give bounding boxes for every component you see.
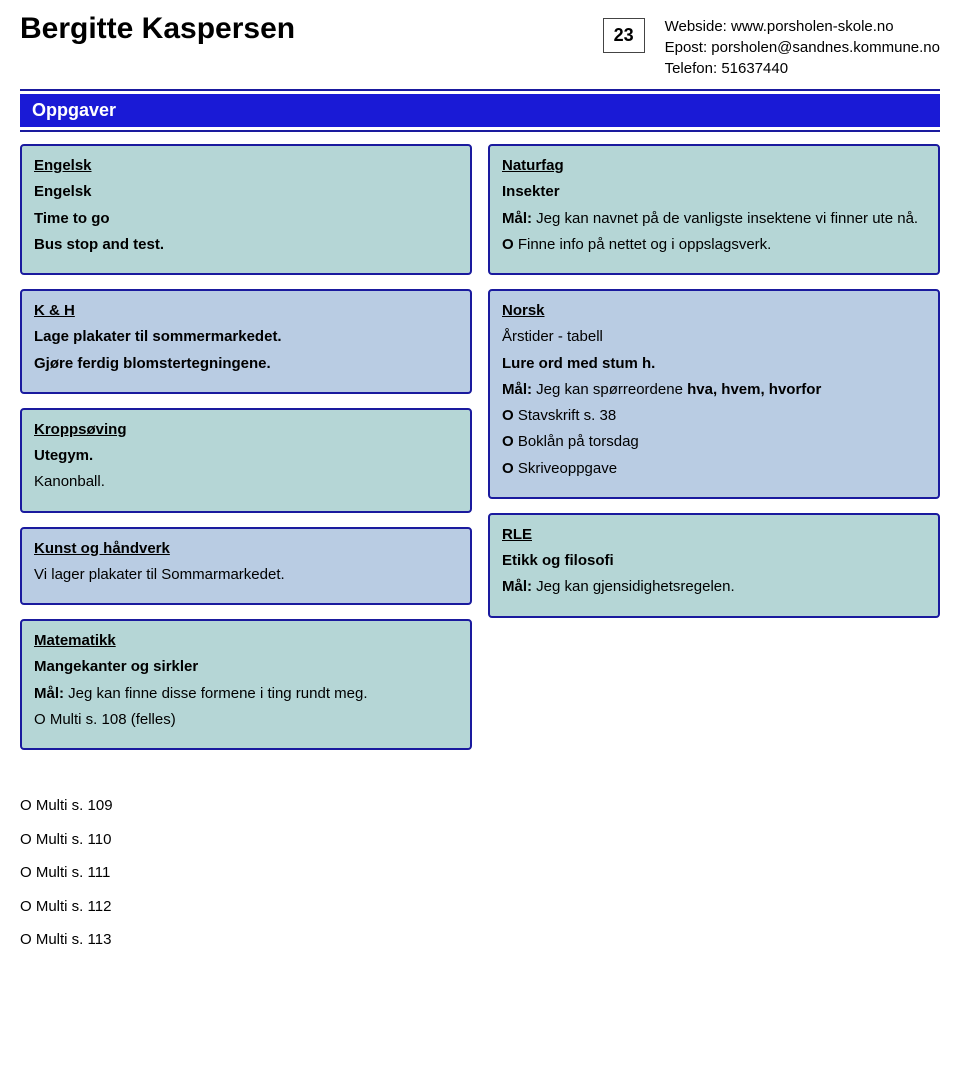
- natur-sub: Insekter: [502, 182, 926, 202]
- natur-goal: Mål: Jeg kan navnet på de vanligste inse…: [502, 209, 926, 229]
- rle-sub: Etikk og filosofi: [502, 551, 926, 571]
- rle-goal: Mål: Jeg kan gjensidighetsregelen.: [502, 577, 926, 597]
- card-norsk: Norsk Årstider - tabell Lure ord med stu…: [488, 289, 940, 499]
- task-bullet: O: [502, 433, 514, 450]
- card-engelsk: Engelsk Engelsk Time to go Bus stop and …: [20, 144, 472, 275]
- left-column: Engelsk Engelsk Time to go Bus stop and …: [20, 144, 472, 964]
- subject-heading: Naturfag: [502, 156, 926, 176]
- card-kh: K & H Lage plakater til sommermarkedet. …: [20, 289, 472, 394]
- right-column: Naturfag Insekter Mål: Jeg kan navnet på…: [488, 144, 940, 964]
- phone-value: 51637440: [721, 60, 788, 77]
- subject-heading: Engelsk: [34, 156, 458, 176]
- engelsk-sub: Engelsk: [34, 182, 458, 202]
- matte-sub: Mangekanter og sirkler: [34, 657, 458, 677]
- norsk-task: O Stavskrift s. 38: [502, 406, 926, 426]
- goal-text: Jeg kan spørreordene: [532, 381, 687, 398]
- card-rle: RLE Etikk og filosofi Mål: Jeg kan gjens…: [488, 513, 940, 618]
- goal-label: Mål:: [502, 578, 532, 595]
- goal-label: Mål:: [502, 210, 532, 227]
- matte-task: O Multi s. 112: [20, 897, 472, 917]
- goal-text: Jeg kan gjensidighetsregelen.: [532, 578, 735, 595]
- task-text: Finne info på nettet og i oppslagsverk.: [514, 236, 772, 253]
- page-header: Bergitte Kaspersen 23 Webside: www.porsh…: [20, 12, 940, 79]
- content-columns: Engelsk Engelsk Time to go Bus stop and …: [20, 144, 940, 964]
- subject-heading: Norsk: [502, 301, 926, 321]
- card-naturfag: Naturfag Insekter Mål: Jeg kan navnet på…: [488, 144, 940, 275]
- norsk-line: Lure ord med stum h.: [502, 354, 926, 374]
- norsk-task: O Skriveoppgave: [502, 459, 926, 479]
- subject-heading: Kroppsøving: [34, 420, 458, 440]
- task-text: Stavskrift s. 38: [514, 407, 617, 424]
- subject-heading: Matematikk: [34, 631, 458, 651]
- task-bullet: O: [502, 236, 514, 253]
- kropp-line: Kanonball.: [34, 472, 458, 492]
- section-banner: Oppgaver: [20, 94, 940, 127]
- matte-task: O Multi s. 111: [20, 863, 472, 883]
- matte-task: O Multi s. 108 (felles): [34, 710, 458, 730]
- matte-task: O Multi s. 109: [20, 796, 472, 816]
- matte-task: O Multi s. 110: [20, 830, 472, 850]
- website-label: Webside:: [665, 18, 727, 35]
- subject-heading: K & H: [34, 301, 458, 321]
- engelsk-line: Time to go: [34, 209, 458, 229]
- goal-text: Jeg kan finne disse formene i ting rundt…: [64, 685, 368, 702]
- email-value: porsholen@sandnes.kommune.no: [711, 39, 940, 56]
- matte-task: O Multi s. 113: [20, 930, 472, 950]
- task-text: Boklån på torsdag: [514, 433, 639, 450]
- subject-heading: RLE: [502, 525, 926, 545]
- subject-heading: Kunst og håndverk: [34, 539, 458, 559]
- card-kunst: Kunst og håndverk Vi lager plakater til …: [20, 527, 472, 606]
- card-matematikk: Matematikk Mangekanter og sirkler Mål: J…: [20, 619, 472, 750]
- website-value: www.porsholen-skole.no: [731, 18, 894, 35]
- kropp-line: Utegym.: [34, 446, 458, 466]
- natur-task: O Finne info på nettet og i oppslagsverk…: [502, 235, 926, 255]
- kunst-line: Vi lager plakater til Sommarmarkedet.: [34, 565, 458, 585]
- kh-line: Lage plakater til sommermarkedet.: [34, 327, 458, 347]
- goal-label: Mål:: [502, 381, 532, 398]
- banner-wrap: Oppgaver: [20, 89, 940, 132]
- engelsk-line: Bus stop and test.: [34, 235, 458, 255]
- phone-label: Telefon:: [665, 60, 718, 77]
- kh-line: Gjøre ferdig blomstertegningene.: [34, 354, 458, 374]
- task-bullet: O: [502, 407, 514, 424]
- norsk-task: O Boklån på torsdag: [502, 432, 926, 452]
- goal-label: Mål:: [34, 685, 64, 702]
- task-text: Skriveoppgave: [514, 460, 617, 477]
- card-kroppsoving: Kroppsøving Utegym. Kanonball.: [20, 408, 472, 513]
- email-label: Epost:: [665, 39, 708, 56]
- norsk-line: Årstider - tabell: [502, 327, 926, 347]
- goal-text: Jeg kan navnet på de vanligste insektene…: [532, 210, 918, 227]
- week-badge: 23: [603, 18, 645, 53]
- contact-info: Webside: www.porsholen-skole.no Epost: p…: [665, 12, 940, 79]
- matte-goal: Mål: Jeg kan finne disse formene i ting …: [34, 684, 458, 704]
- task-bullet: O: [502, 460, 514, 477]
- matte-extra-tasks: O Multi s. 109 O Multi s. 110 O Multi s.…: [20, 782, 472, 964]
- norsk-goal: Mål: Jeg kan spørreordene hva, hvem, hvo…: [502, 380, 926, 400]
- teacher-name: Bergitte Kaspersen: [20, 12, 583, 46]
- goal-keywords: hva, hvem, hvorfor: [687, 381, 821, 398]
